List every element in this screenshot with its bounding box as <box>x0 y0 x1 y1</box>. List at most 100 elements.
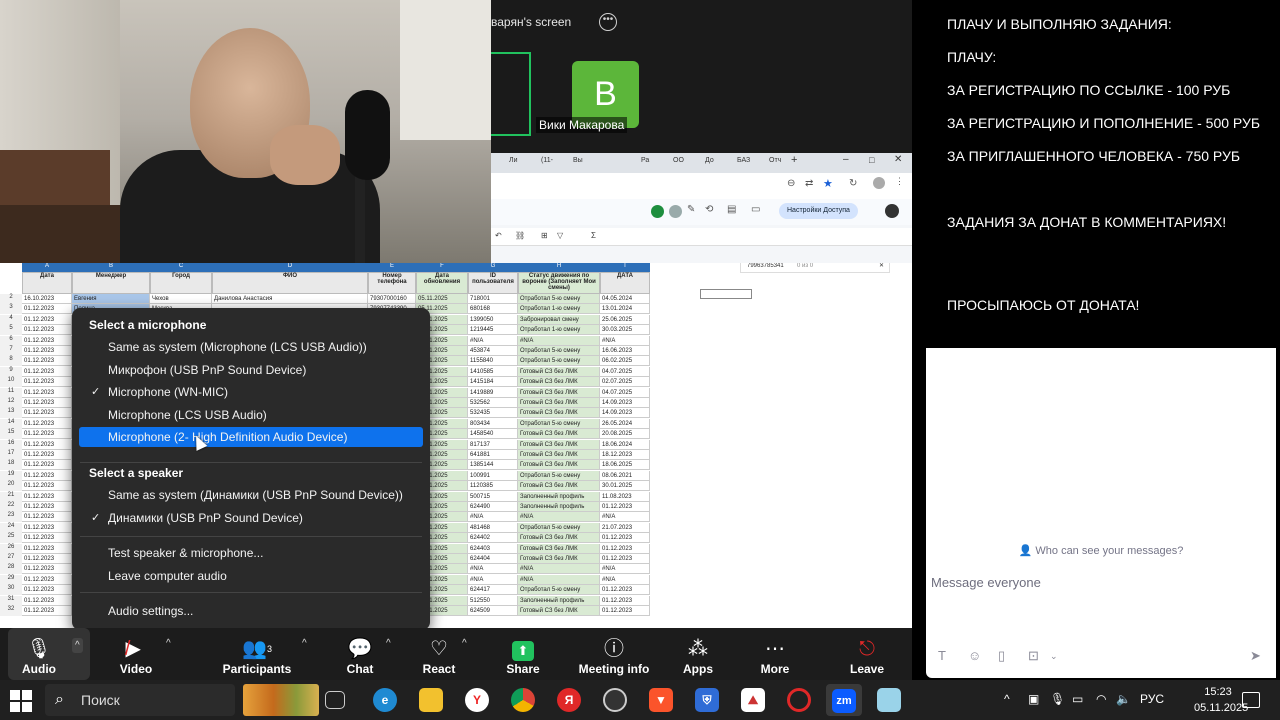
table-cell[interactable]: Отработал 5-ю смену <box>518 418 600 429</box>
table-cell[interactable]: 1415184 <box>468 377 518 388</box>
volume-icon[interactable]: 🔈 <box>1116 692 1131 706</box>
table-cell[interactable]: #N/A <box>518 564 600 575</box>
column-header[interactable]: ФИО <box>212 272 368 294</box>
tray-app-icon[interactable]: ▣ <box>1028 692 1039 706</box>
chat-options-chevron-icon[interactable]: ^ <box>386 638 391 649</box>
table-cell[interactable]: Отработал 5-ю смену <box>518 470 600 481</box>
search-highlight-image[interactable] <box>243 684 319 716</box>
table-cell[interactable]: #N/A <box>600 335 650 346</box>
notepad-icon[interactable] <box>877 688 901 712</box>
column-letter[interactable]: G <box>468 263 518 272</box>
table-cell[interactable]: 500715 <box>468 491 518 502</box>
row-number[interactable]: 11 <box>0 387 22 398</box>
bookmark-star-icon[interactable]: ★ <box>823 177 833 190</box>
table-cell[interactable]: 01.12.2023 <box>22 439 72 450</box>
table-cell[interactable]: 01.12.2023 <box>22 606 72 616</box>
table-cell[interactable]: 1120385 <box>468 481 518 492</box>
table-cell[interactable]: 01.12.2023 <box>600 533 650 544</box>
column-header[interactable]: Менеджер <box>72 272 150 294</box>
react-button[interactable]: ♡ React <box>416 628 462 680</box>
table-cell[interactable]: 01.12.2023 <box>22 377 72 388</box>
find-close-icon[interactable]: ✕ <box>879 263 884 272</box>
table-cell[interactable]: 01.12.2023 <box>22 481 72 492</box>
table-cell[interactable]: 04.07.2025 <box>600 366 650 377</box>
zoom-taskbar-app[interactable]: zm <box>826 684 862 716</box>
table-cell[interactable]: 11.08.2023 <box>600 491 650 502</box>
table-cell[interactable]: Готовый СЗ без ЛМК <box>518 554 600 564</box>
sheet-empty-area[interactable]: 79963785341 0 из 0 ✕ <box>650 263 912 628</box>
table-cell[interactable]: Евгения <box>72 294 150 304</box>
table-cell[interactable]: 01.12.2023 <box>22 418 72 429</box>
audio-settings-item[interactable]: Audio settings... <box>79 601 423 621</box>
table-cell[interactable]: #N/A <box>600 512 650 523</box>
table-cell[interactable]: 01.12.2023 <box>22 366 72 377</box>
text-format-icon[interactable]: T <box>938 648 946 663</box>
table-cell[interactable]: 01.12.2023 <box>22 335 72 346</box>
table-cell[interactable]: Готовый СЗ без ЛМК <box>518 460 600 471</box>
filter-icon[interactable]: ▽ <box>557 231 563 240</box>
table-cell[interactable]: 01.12.2023 <box>22 346 72 356</box>
column-letter[interactable]: F <box>416 263 468 272</box>
column-letter[interactable]: A <box>22 263 72 272</box>
browser-tab[interactable]: БАЗ <box>737 157 750 171</box>
column-header[interactable]: Статус движения по воронке (Заполняет Мо… <box>518 272 600 294</box>
table-cell[interactable]: 01.12.2023 <box>22 512 72 523</box>
share-button[interactable]: ⬆ Share <box>500 628 546 680</box>
yandex-browser-icon[interactable]: Y <box>465 688 489 712</box>
table-cell[interactable]: 1219445 <box>468 325 518 336</box>
table-cell[interactable]: 25.06.2025 <box>600 314 650 325</box>
table-cell[interactable]: 01.12.2023 <box>22 429 72 440</box>
table-cell[interactable]: 02.07.2025 <box>600 377 650 388</box>
row-number[interactable]: 4 <box>0 314 22 325</box>
speaker-option[interactable]: ✓ Динамики (USB PnP Sound Device) <box>79 508 423 528</box>
table-cell[interactable]: 624490 <box>468 502 518 512</box>
table-cell[interactable]: 18.06.2025 <box>600 460 650 471</box>
table-cell[interactable]: 01.12.2023 <box>22 491 72 502</box>
row-number[interactable]: 24 <box>0 522 22 533</box>
table-cell[interactable]: 01.12.2023 <box>22 408 72 419</box>
table-cell[interactable]: 16.10.2023 <box>22 294 72 304</box>
table-cell[interactable]: 05.11.2025 <box>416 294 468 304</box>
table-cell[interactable]: 512550 <box>468 595 518 606</box>
windows-start-icon[interactable] <box>10 690 32 712</box>
table-cell[interactable]: 01.12.2023 <box>22 543 72 554</box>
column-letter[interactable]: E <box>368 263 416 272</box>
row-number[interactable]: 8 <box>0 356 22 367</box>
maximize-icon[interactable]: □ <box>869 155 874 169</box>
table-cell[interactable]: 01.12.2023 <box>600 606 650 616</box>
row-number[interactable]: 3 <box>0 304 22 315</box>
table-cell[interactable]: 01.12.2023 <box>22 533 72 544</box>
table-cell[interactable]: 01.12.2023 <box>22 585 72 596</box>
table-cell[interactable]: 08.06.2021 <box>600 470 650 481</box>
table-cell[interactable]: 20.08.2025 <box>600 429 650 440</box>
link-icon[interactable]: ⛓ <box>515 231 525 240</box>
table-cell[interactable]: 01.12.2023 <box>22 304 72 315</box>
table-cell[interactable]: 01.12.2023 <box>22 574 72 585</box>
table-cell[interactable]: 01.12.2023 <box>22 314 72 325</box>
row-number[interactable]: 15 <box>0 429 22 440</box>
table-cell[interactable]: Готовый СЗ без ЛМК <box>518 533 600 544</box>
table-cell[interactable]: 1458540 <box>468 429 518 440</box>
undo-icon[interactable]: ↶ <box>495 231 502 240</box>
column-letter[interactable]: B <box>72 263 150 272</box>
microphone-option[interactable]: Микрофон (USB PnP Sound Device) <box>79 360 423 380</box>
taskbar-search[interactable]: ⌕ Поиск <box>45 684 235 716</box>
table-cell[interactable]: 01.12.2023 <box>600 595 650 606</box>
table-cell[interactable]: Готовый СЗ без ЛМК <box>518 450 600 460</box>
table-cell[interactable]: 01.12.2023 <box>22 356 72 367</box>
row-number[interactable]: 2 <box>0 294 22 304</box>
table-cell[interactable]: 18.06.2024 <box>600 439 650 450</box>
row-number[interactable]: 31 <box>0 595 22 606</box>
table-cell[interactable]: 803434 <box>468 418 518 429</box>
participants-button[interactable]: 👥3 Participants <box>222 628 292 680</box>
minimize-icon[interactable]: – <box>843 154 849 168</box>
table-cell[interactable]: Готовый СЗ без ЛМК <box>518 377 600 388</box>
leave-computer-audio-item[interactable]: Leave computer audio <box>79 566 423 586</box>
shield-app-icon[interactable]: ⛨ <box>695 688 719 712</box>
leave-button[interactable]: ⎋ Leave <box>844 628 890 680</box>
table-cell[interactable]: Отработал 1-ю смену <box>518 304 600 315</box>
task-view-icon[interactable] <box>325 691 345 709</box>
video-options-chevron-icon[interactable]: ^ <box>166 638 171 649</box>
more-tools-chevron-icon[interactable]: ⌄ <box>1050 651 1058 662</box>
chrome-icon[interactable] <box>511 688 535 712</box>
